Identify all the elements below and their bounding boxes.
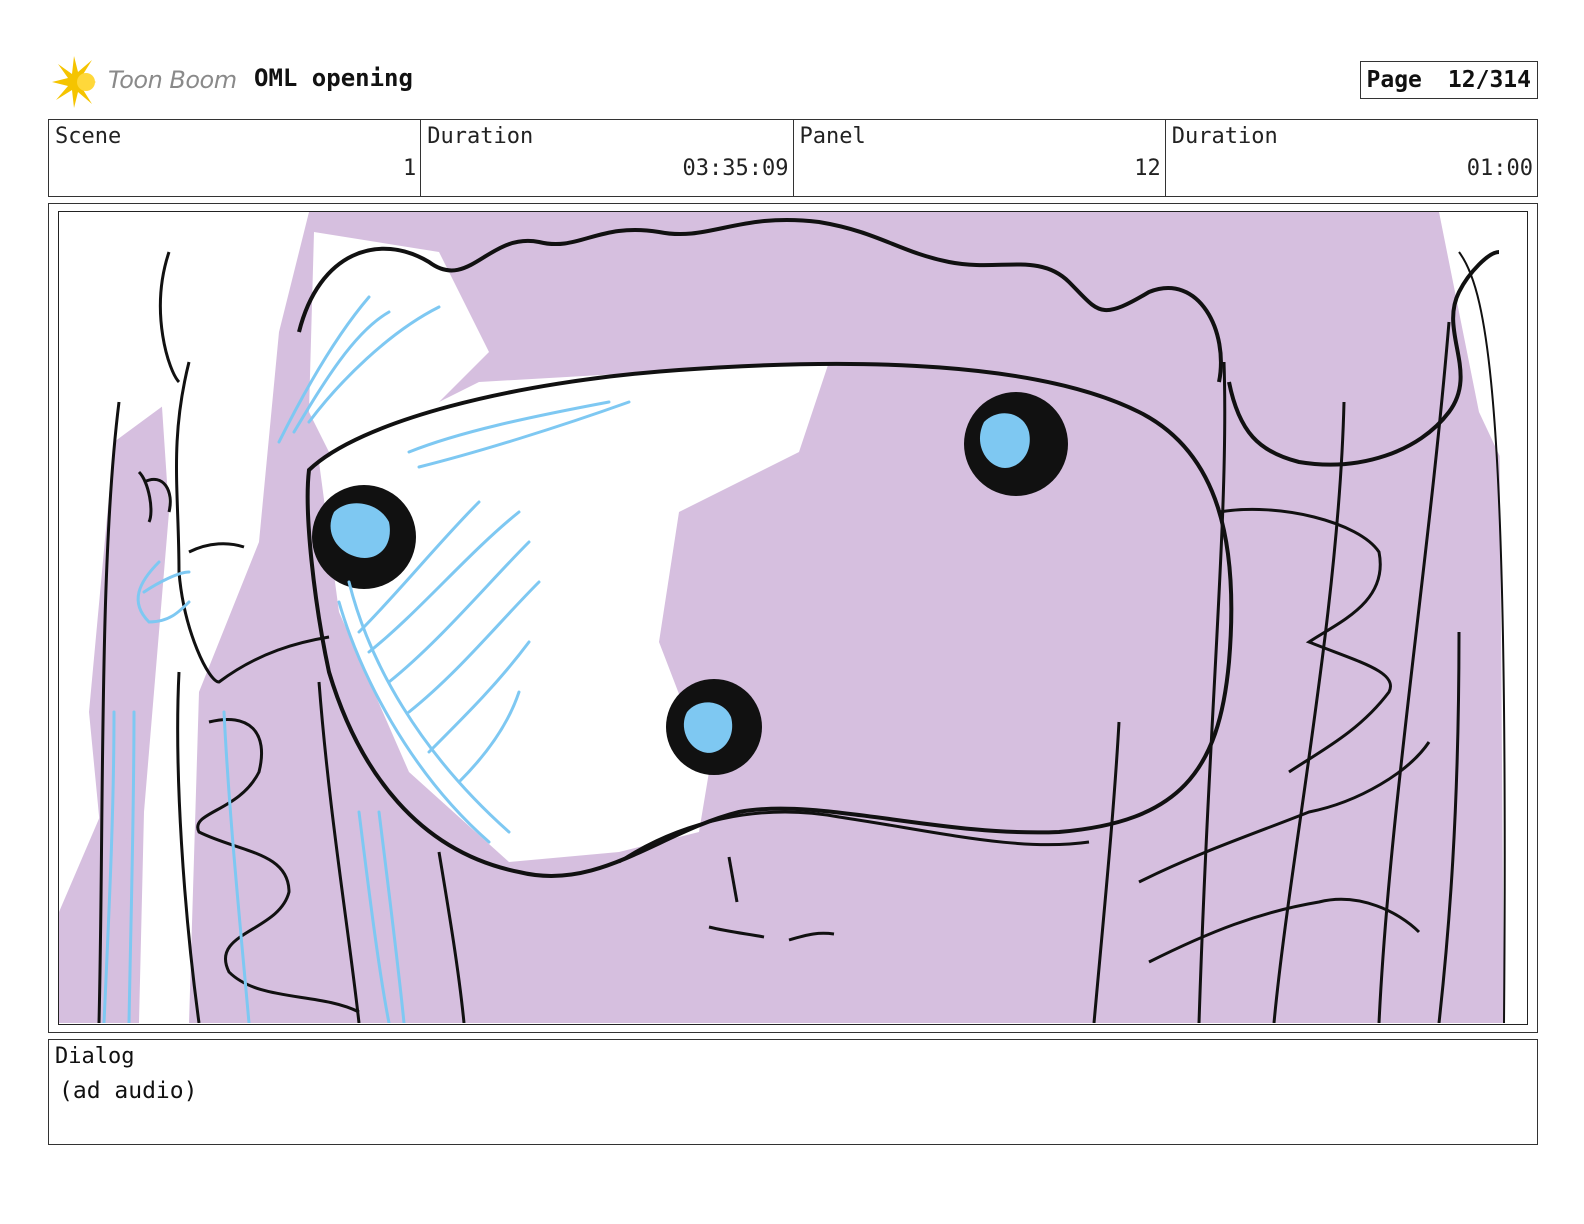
toon-boom-logo: Toon Boom: [52, 56, 242, 108]
dialog-text: (ad audio): [59, 1078, 198, 1104]
page-number: 12/314: [1447, 67, 1531, 93]
page-indicator: Page 12/314: [1360, 61, 1538, 99]
panel-duration-value: 01:00: [1466, 156, 1533, 181]
panel-cell: Panel 12: [794, 120, 1166, 196]
panel-value: 12: [1134, 156, 1161, 181]
project-title: OML opening: [254, 64, 413, 92]
scene-duration-value: 03:35:09: [682, 156, 789, 181]
scene-duration-cell: Duration 03:35:09: [421, 120, 794, 196]
starburst-icon: [52, 56, 96, 108]
logo-text: Toon Boom: [108, 66, 237, 94]
scene-duration-label: Duration: [427, 124, 534, 149]
storyboard-header: Toon Boom OML opening Page 12/314: [48, 52, 1538, 110]
dialog-box: Dialog (ad audio): [48, 1039, 1538, 1145]
storyboard-sketch: [58, 211, 1528, 1025]
page-label: Page: [1366, 67, 1422, 93]
sketch-drawing: [59, 212, 1526, 1023]
scene-label: Scene: [55, 124, 122, 149]
scene-value: 1: [403, 156, 417, 181]
panel-duration-cell: Duration 01:00: [1166, 120, 1537, 196]
panel-label: Panel: [799, 124, 866, 149]
dialog-label: Dialog: [55, 1044, 135, 1069]
panel-duration-label: Duration: [1171, 124, 1278, 149]
panel-info-table: Scene 1 Duration 03:35:09 Panel 12 Durat…: [48, 119, 1538, 197]
panel-image-frame: [48, 203, 1538, 1033]
scene-cell: Scene 1: [49, 120, 422, 196]
